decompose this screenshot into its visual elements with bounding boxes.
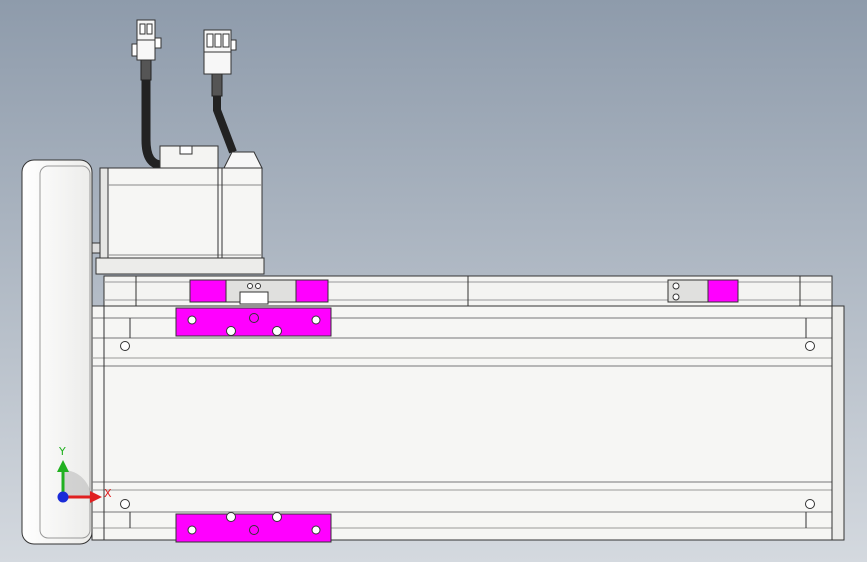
top-mounting-plate bbox=[175, 307, 332, 337]
cad-viewport[interactable]: Y X bbox=[0, 0, 867, 562]
carriage-right bbox=[667, 279, 739, 303]
x-axis-label: X bbox=[104, 487, 112, 500]
connector-right bbox=[203, 29, 237, 75]
bottom-mounting-plate bbox=[175, 512, 332, 543]
triad-origin bbox=[57, 491, 69, 503]
y-axis-label: Y bbox=[58, 445, 66, 458]
actuator-body bbox=[91, 305, 845, 541]
carriage-left bbox=[189, 279, 329, 305]
linear-actuator-drawing: Y X bbox=[0, 0, 867, 562]
coupling-housing bbox=[95, 257, 265, 275]
